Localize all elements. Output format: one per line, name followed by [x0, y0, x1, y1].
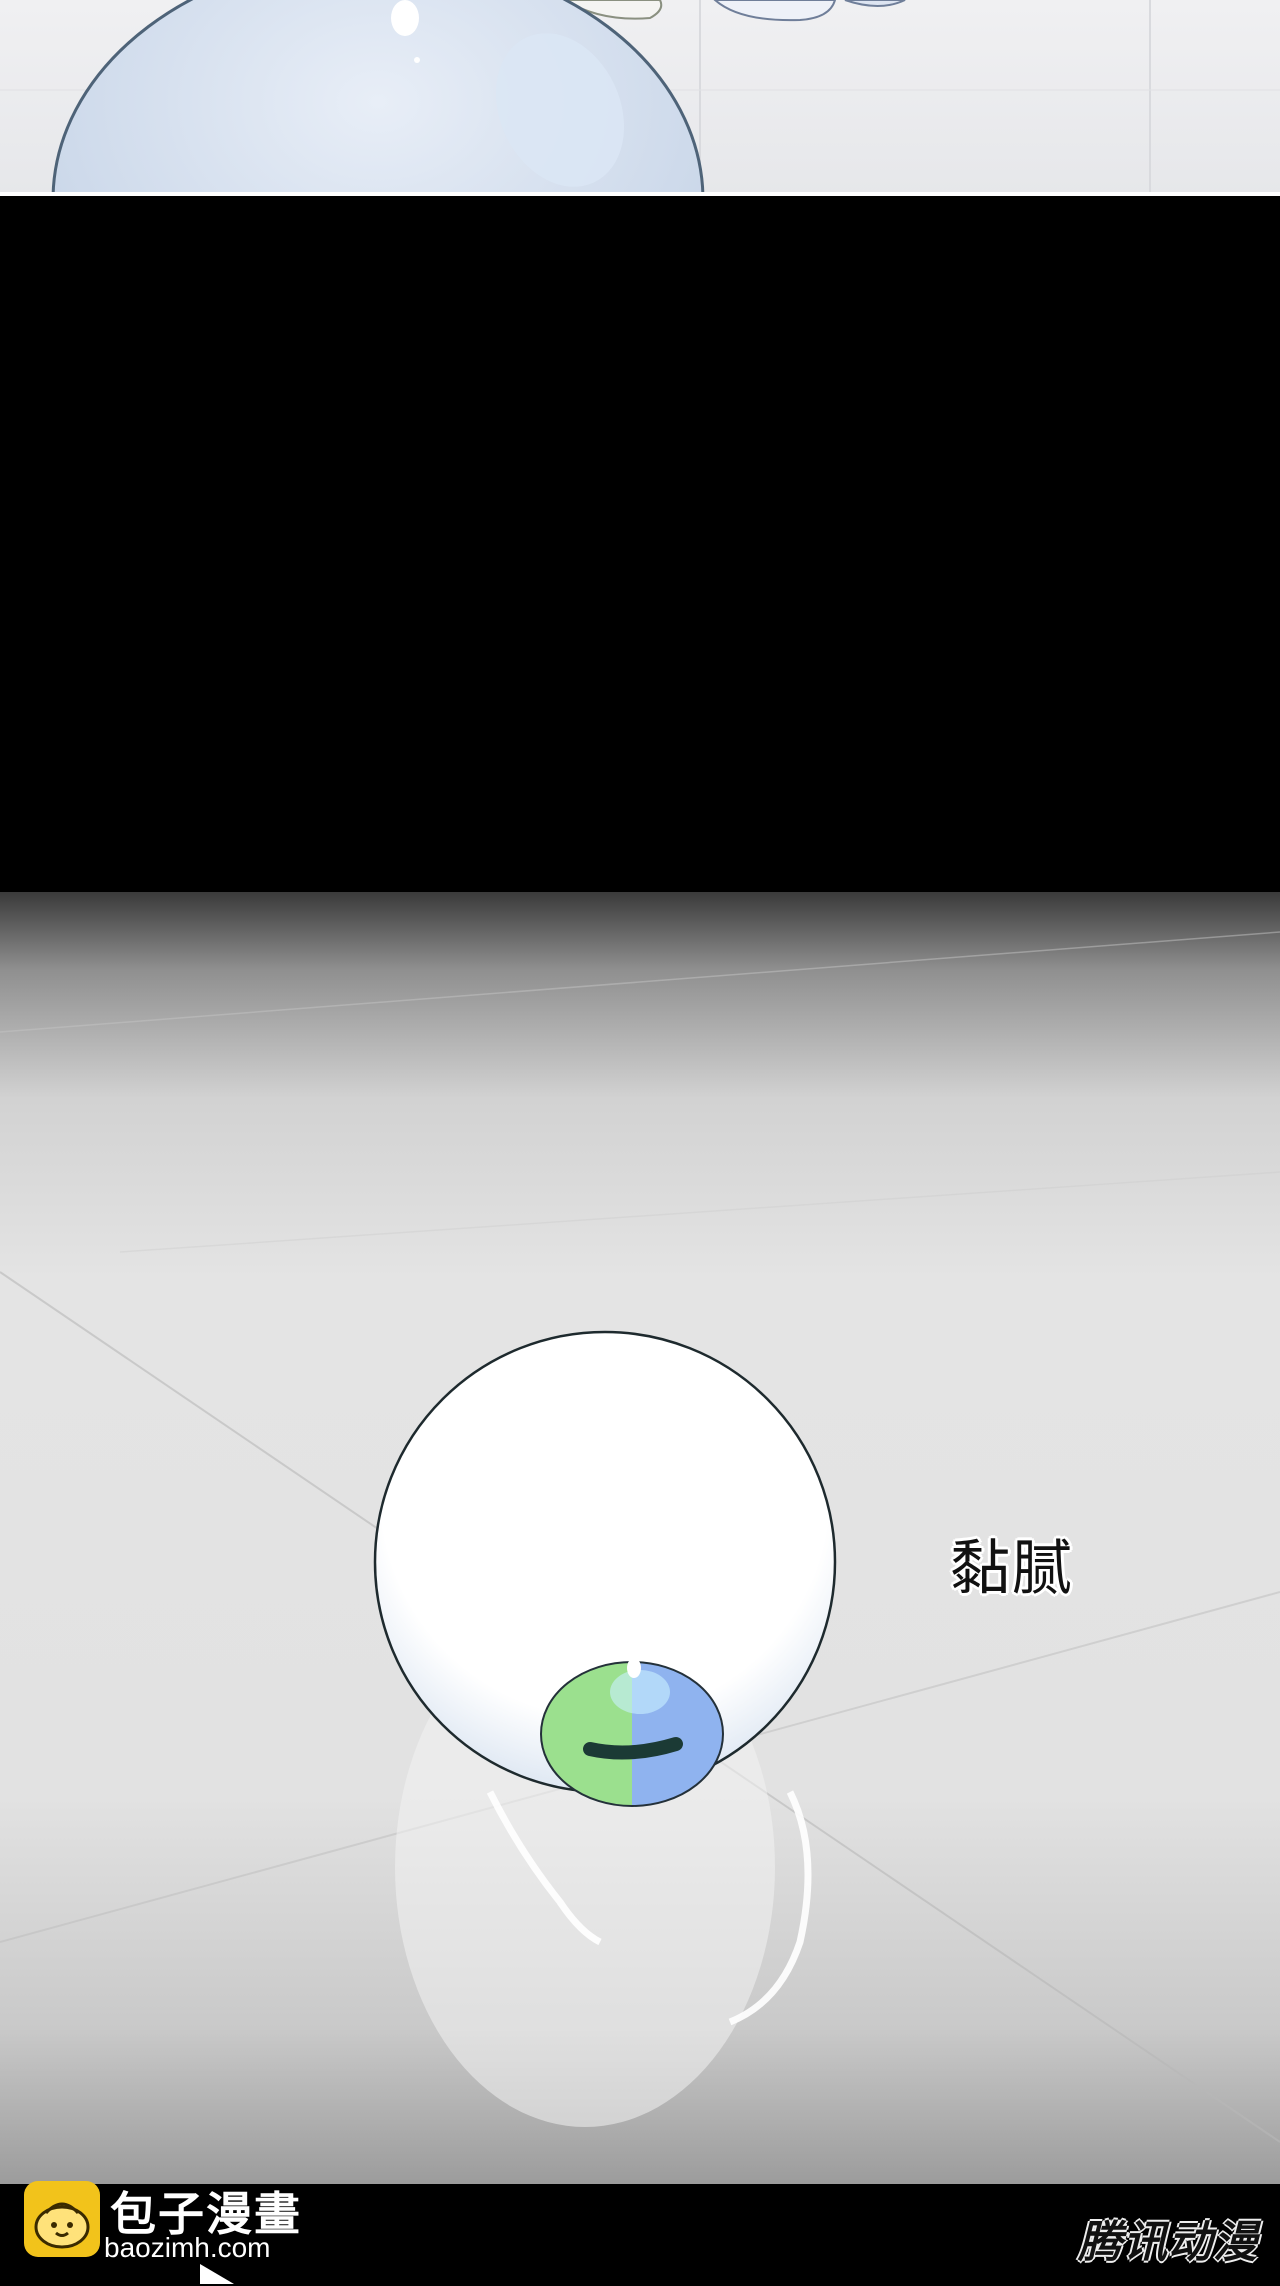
arrow-cursor-icon — [200, 2264, 234, 2284]
floor-art — [0, 892, 1280, 2184]
top-panel — [0, 0, 1280, 196]
foot-shape-right — [844, 0, 906, 7]
tencent-watermark: 腾讯动漫 — [1078, 2217, 1258, 2268]
floor-panel — [0, 892, 1280, 2184]
foot-shape-mid — [713, 0, 837, 22]
baozi-logo-icon — [24, 2181, 100, 2257]
sfx-text: 黏腻 — [950, 1534, 1074, 1604]
bubble-sparkle — [391, 0, 419, 36]
slime-pupil — [583, 1737, 683, 1760]
black-panel — [0, 196, 1280, 892]
top-panel-art — [0, 0, 1280, 196]
brand-url[interactable]: baozimh.com — [104, 2232, 271, 2264]
